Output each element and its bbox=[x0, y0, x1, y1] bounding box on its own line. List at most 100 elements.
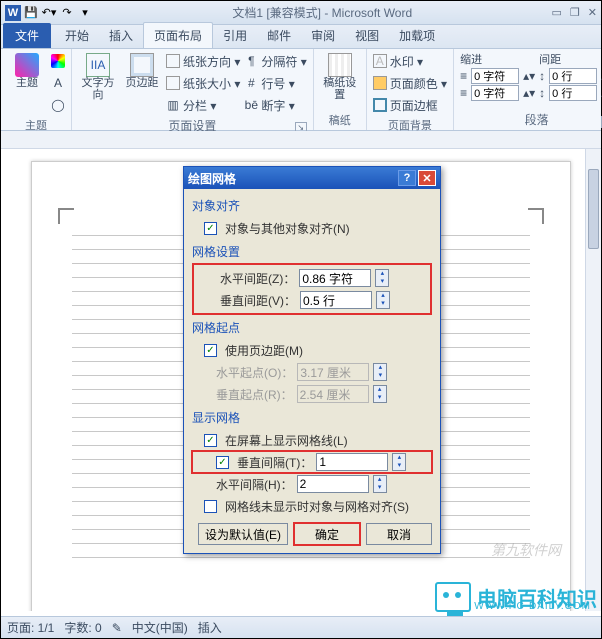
save-icon[interactable]: 💾 bbox=[23, 5, 39, 21]
snap-when-hidden-label: 网格线未显示时对象与网格对齐(S) bbox=[225, 498, 409, 515]
quick-access-toolbar: W 💾 ↶▾ ↷ ▾ bbox=[5, 5, 93, 21]
tab-home[interactable]: 开始 bbox=[55, 23, 99, 48]
text-direction-icon: IIA bbox=[86, 53, 110, 77]
themes-button[interactable]: 主题 bbox=[7, 51, 47, 89]
status-insert-mode[interactable]: 插入 bbox=[198, 619, 222, 636]
section-grid-settings: 网格设置 水平间距(Z)： ▴▾ 垂直间距(V)： ▴▾ bbox=[192, 243, 432, 315]
v-interval-input[interactable] bbox=[316, 453, 388, 471]
horizontal-ruler[interactable] bbox=[1, 131, 601, 149]
h-interval-input[interactable] bbox=[297, 475, 369, 493]
genko-settings-button[interactable]: 稿纸设置 bbox=[320, 51, 360, 101]
show-gridlines-checkbox[interactable]: ✓ bbox=[204, 434, 217, 447]
snap-when-hidden-checkbox[interactable] bbox=[204, 500, 217, 513]
dialog-title-bar[interactable]: 绘图网格 ? ✕ bbox=[184, 167, 440, 189]
theme-effects-button[interactable]: ◯ bbox=[51, 95, 65, 115]
use-margins-checkbox[interactable]: ✓ bbox=[204, 344, 217, 357]
space-after-input[interactable] bbox=[549, 85, 597, 101]
group-themes: 主题 A ◯ 主题 bbox=[1, 49, 72, 130]
file-tab[interactable]: 文件 bbox=[3, 23, 51, 48]
dialog-help-button[interactable]: ? bbox=[398, 170, 416, 186]
section-object-align: 对象对齐 ✓ 对象与其他对象对齐(N) bbox=[192, 197, 432, 239]
section-header-grid-settings: 网格设置 bbox=[192, 243, 432, 260]
snap-objects-checkbox[interactable]: ✓ bbox=[204, 222, 217, 235]
indent-right-input[interactable] bbox=[471, 85, 519, 101]
themes-label: 主题 bbox=[16, 77, 38, 89]
watermark-button[interactable]: A水印 ▾ bbox=[373, 51, 447, 71]
space-before-input[interactable] bbox=[549, 68, 597, 84]
tab-review[interactable]: 审阅 bbox=[301, 23, 345, 48]
v-interval-checkbox[interactable]: ✓ bbox=[216, 456, 229, 469]
margins-button[interactable]: 页边距 bbox=[122, 51, 162, 89]
hyphenation-button[interactable]: bē断字 ▾ bbox=[244, 95, 306, 115]
group-page-setup: IIA 文字方向 页边距 纸张方向 ▾ 纸张大小 ▾ ▥分栏 ▾ ¶分隔符 ▾ … bbox=[72, 49, 314, 130]
margin-corner-tr bbox=[528, 208, 544, 224]
v-interval-spinner[interactable]: ▴▾ bbox=[392, 453, 406, 471]
tab-references[interactable]: 引用 bbox=[213, 23, 257, 48]
line-numbers-button[interactable]: #行号 ▾ bbox=[244, 73, 306, 93]
drawing-grid-dialog: 绘图网格 ? ✕ 对象对齐 ✓ 对象与其他对象对齐(N) 网格设置 水平间距(Z… bbox=[183, 166, 441, 554]
breaks-icon: ¶ bbox=[244, 54, 258, 68]
spinner-icon[interactable]: ▴▾ bbox=[523, 86, 535, 100]
show-gridlines-label: 在屏幕上显示网格线(L) bbox=[225, 432, 348, 449]
breaks-label: 分隔符 ▾ bbox=[261, 53, 306, 70]
tab-insert[interactable]: 插入 bbox=[99, 23, 143, 48]
orientation-button[interactable]: 纸张方向 ▾ bbox=[166, 51, 240, 71]
dialog-title: 绘图网格 bbox=[188, 170, 236, 187]
v-spacing-spinner[interactable]: ▴▾ bbox=[376, 291, 390, 309]
page-borders-button[interactable]: 页面边框 bbox=[373, 95, 447, 115]
ribbon: 主题 A ◯ 主题 IIA 文字方向 页边距 纸张方向 ▾ 纸张大小 ▾ ▥分栏 bbox=[1, 49, 601, 131]
indent-left-icon: ≡ bbox=[460, 69, 467, 83]
tab-view[interactable]: 视图 bbox=[345, 23, 389, 48]
status-bar: 页面: 1/1 字数: 0 ✎ 中文(中国) 插入 bbox=[1, 616, 601, 638]
h-interval-spinner[interactable]: ▴▾ bbox=[373, 475, 387, 493]
v-spacing-input[interactable] bbox=[300, 291, 372, 309]
theme-colors-button[interactable] bbox=[51, 51, 65, 71]
maximize-button[interactable]: ❐ bbox=[570, 6, 580, 19]
scrollbar-thumb[interactable] bbox=[588, 169, 599, 249]
text-direction-label: 文字方向 bbox=[78, 77, 118, 101]
set-default-button[interactable]: 设为默认值(E) bbox=[198, 523, 288, 545]
close-window-button[interactable]: ✕ bbox=[588, 6, 597, 19]
page-color-label: 页面颜色 ▾ bbox=[390, 75, 447, 92]
vertical-scrollbar[interactable] bbox=[585, 149, 601, 611]
tab-addins[interactable]: 加载项 bbox=[389, 23, 445, 48]
undo-icon[interactable]: ↶▾ bbox=[41, 5, 57, 21]
paper-size-button[interactable]: 纸张大小 ▾ bbox=[166, 73, 240, 93]
ok-button[interactable]: 确定 bbox=[294, 523, 360, 545]
minimize-button[interactable]: ▭ bbox=[552, 6, 562, 19]
page-color-button[interactable]: 页面颜色 ▾ bbox=[373, 73, 447, 93]
h-origin-spinner: ▴▾ bbox=[373, 363, 387, 381]
v-origin-label: 垂直起点(R)： bbox=[216, 386, 293, 403]
text-direction-button[interactable]: IIA 文字方向 bbox=[78, 51, 118, 101]
breaks-button[interactable]: ¶分隔符 ▾ bbox=[244, 51, 306, 71]
h-spacing-input[interactable] bbox=[299, 269, 371, 287]
redo-icon[interactable]: ↷ bbox=[59, 5, 75, 21]
dialog-body: 对象对齐 ✓ 对象与其他对象对齐(N) 网格设置 水平间距(Z)： ▴▾ 垂直间… bbox=[184, 189, 440, 553]
dialog-close-button[interactable]: ✕ bbox=[418, 170, 436, 186]
section-grid-origin: 网格起点 ✓ 使用页边距(M) 水平起点(O)： ▴▾ 垂直起点(R)： ▴▾ bbox=[192, 319, 432, 405]
columns-button[interactable]: ▥分栏 ▾ bbox=[166, 95, 240, 115]
watermark-label: 水印 ▾ bbox=[390, 53, 423, 70]
status-proofing-icon[interactable]: ✎ bbox=[112, 621, 122, 635]
margin-corner-tl bbox=[58, 208, 74, 224]
indent-left-input[interactable] bbox=[471, 68, 519, 84]
line-numbers-icon: # bbox=[244, 76, 258, 90]
status-page[interactable]: 页面: 1/1 bbox=[7, 619, 54, 636]
paper-size-label: 纸张大小 ▾ bbox=[183, 75, 240, 92]
status-language[interactable]: 中文(中国) bbox=[132, 619, 188, 636]
theme-fonts-button[interactable]: A bbox=[51, 73, 65, 93]
cancel-button[interactable]: 取消 bbox=[366, 523, 432, 545]
genko-icon bbox=[328, 53, 352, 77]
tab-mailings[interactable]: 邮件 bbox=[257, 23, 301, 48]
group-paragraph: 缩进 ≡▴▾ ≡▴▾ 间距 ↕▴▾ ↕▴▾ 段落↘ bbox=[454, 49, 602, 130]
tab-page-layout[interactable]: 页面布局 bbox=[143, 22, 213, 48]
secondary-watermark: 第九软件网 bbox=[491, 540, 561, 560]
h-spacing-spinner[interactable]: ▴▾ bbox=[375, 269, 389, 287]
monitor-icon bbox=[435, 582, 471, 612]
indent-right-icon: ≡ bbox=[460, 86, 467, 100]
qat-customize-icon[interactable]: ▾ bbox=[77, 5, 93, 21]
snap-objects-label: 对象与其他对象对齐(N) bbox=[225, 220, 350, 237]
status-words[interactable]: 字数: 0 bbox=[64, 619, 101, 636]
spinner-icon[interactable]: ▴▾ bbox=[523, 69, 535, 83]
margins-icon bbox=[130, 53, 154, 77]
